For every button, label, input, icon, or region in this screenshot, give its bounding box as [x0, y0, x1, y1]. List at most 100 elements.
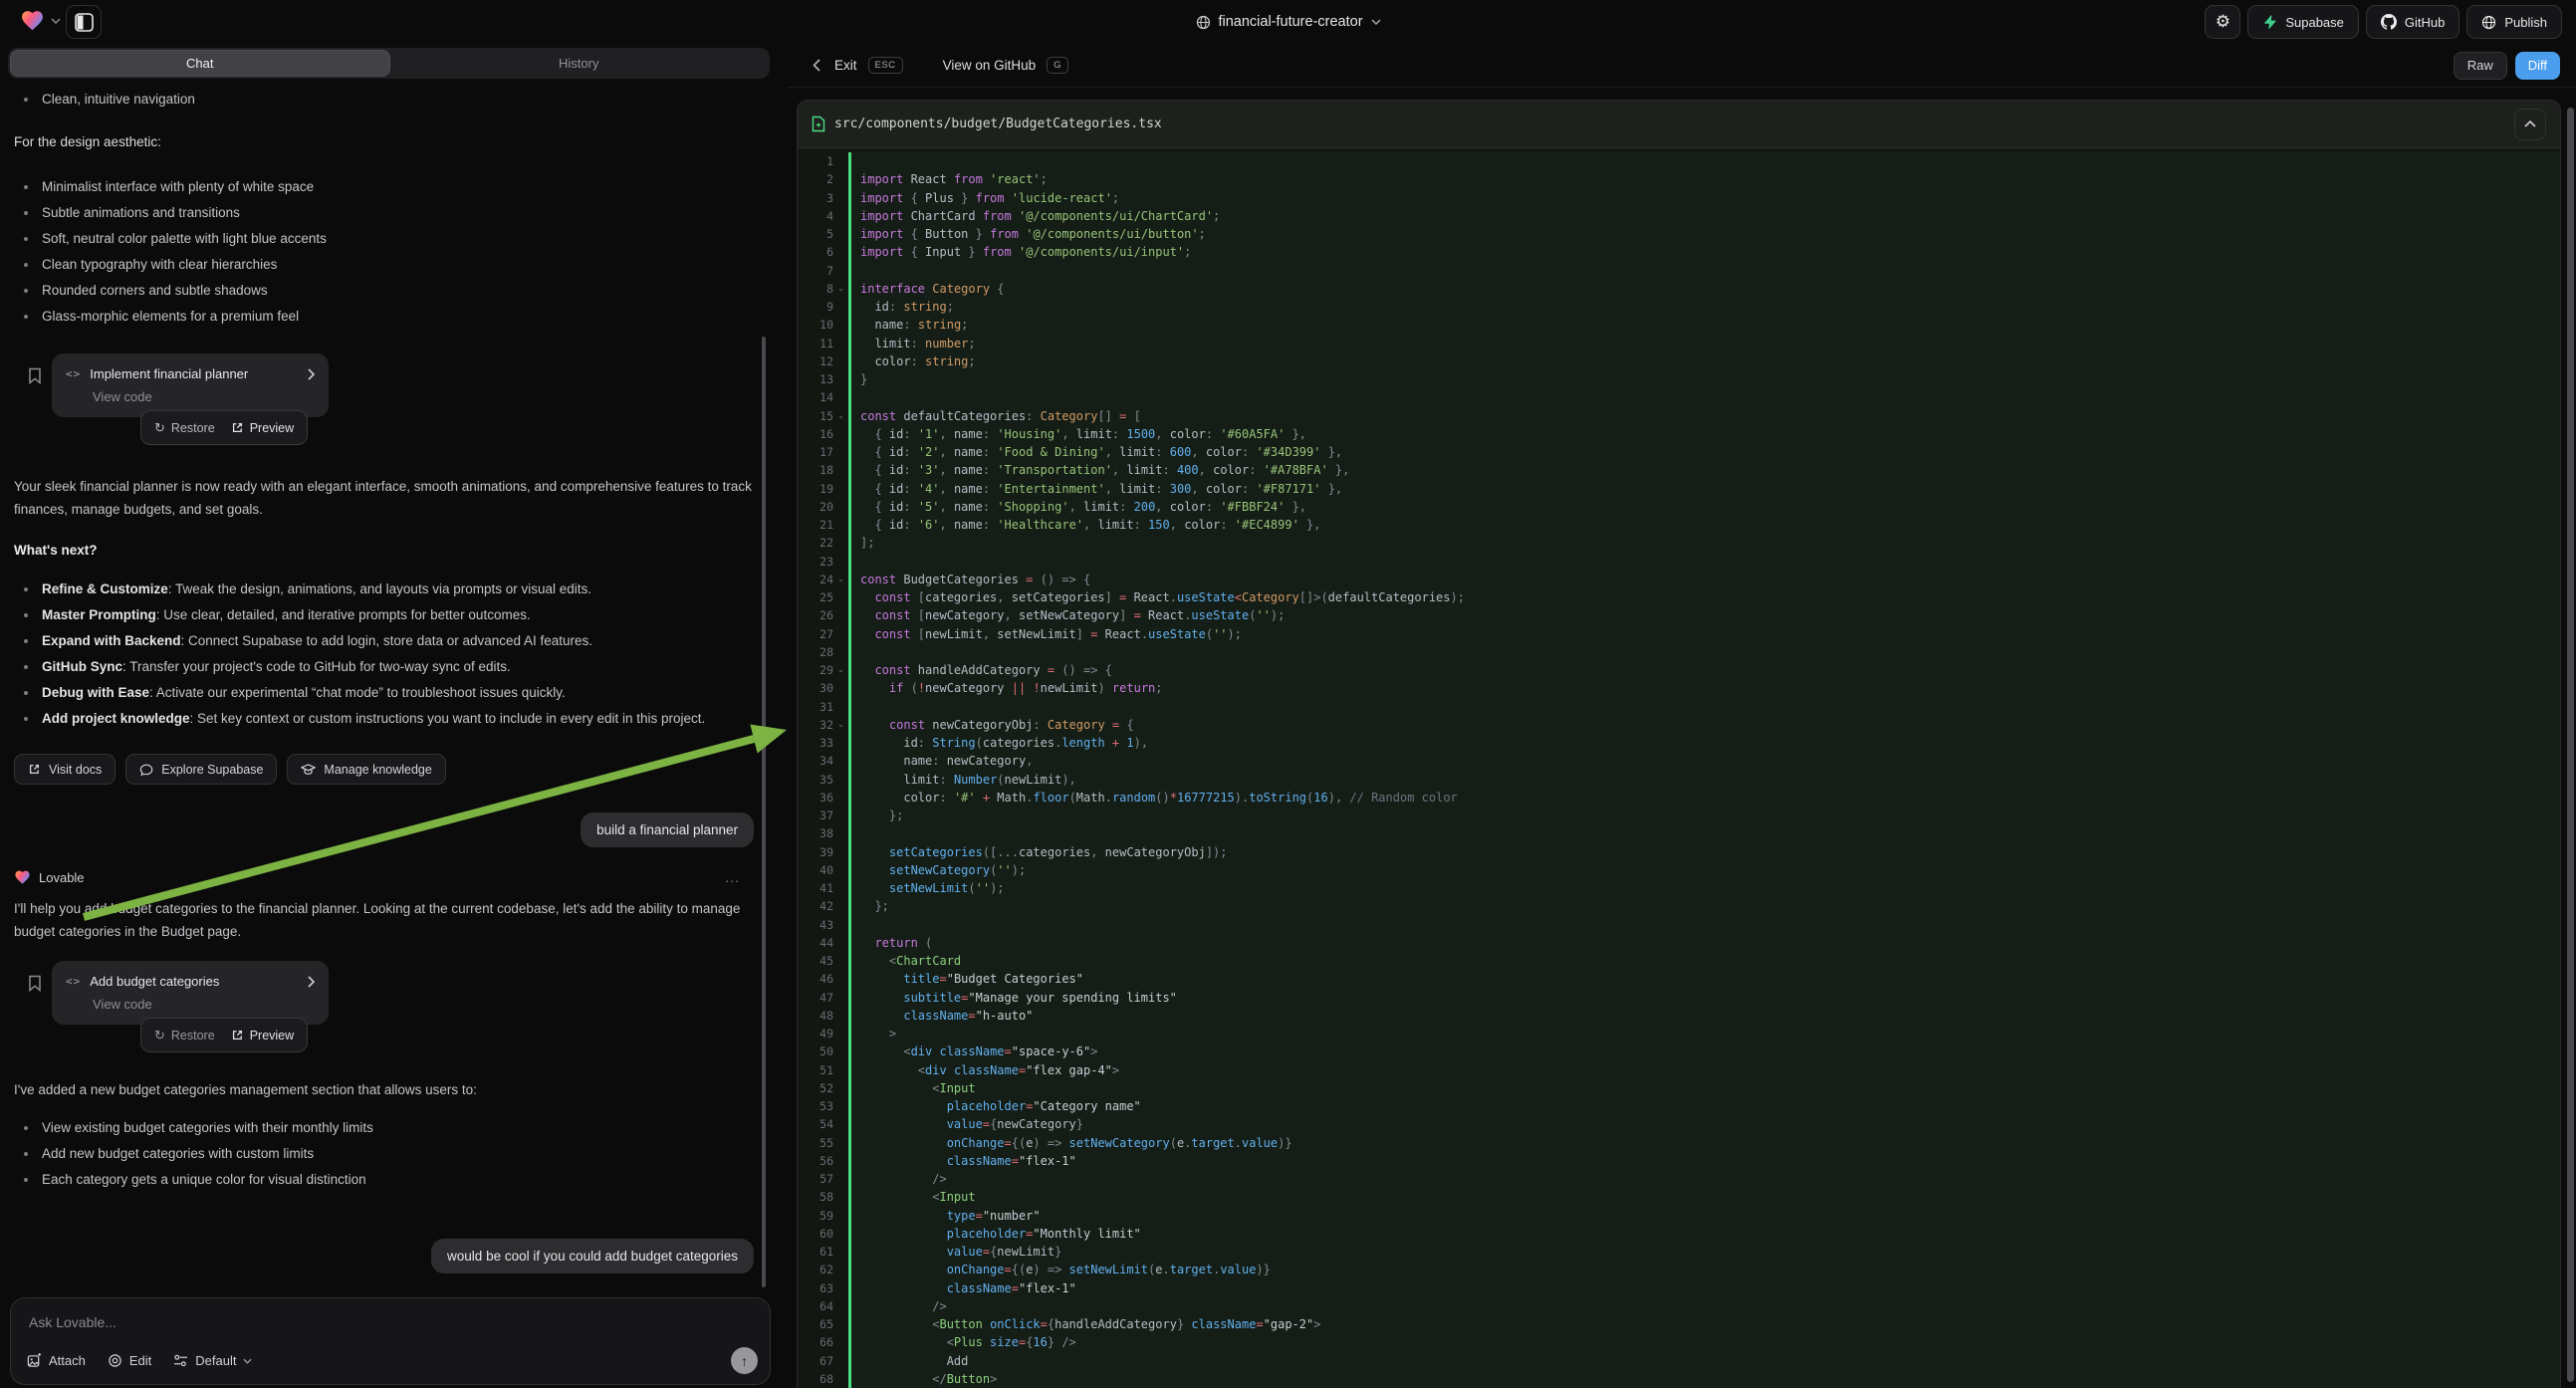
- publish-button[interactable]: Publish: [2466, 5, 2562, 39]
- code-text: <div className="space-y-6">: [851, 1042, 2560, 1060]
- view-code-link[interactable]: View code: [93, 389, 315, 404]
- project-switcher[interactable]: financial-future-creator: [1195, 0, 1380, 44]
- line-number: 34: [798, 754, 833, 768]
- logo-chevron-down-icon[interactable]: [51, 18, 61, 24]
- line-number: 32: [798, 718, 833, 732]
- code-line: 41 setNewLimit('');: [798, 879, 2560, 897]
- file-header[interactable]: src/components/budget/BudgetCategories.t…: [798, 101, 2560, 148]
- view-on-github-button[interactable]: View on GitHub: [943, 58, 1037, 73]
- fold-chevron-icon[interactable]: ⌄: [833, 575, 848, 584]
- code-line: 5import { Button } from '@/components/ui…: [798, 225, 2560, 243]
- settings-button[interactable]: ⚙: [2205, 5, 2240, 39]
- line-number: 39: [798, 845, 833, 859]
- send-button[interactable]: ↑: [731, 1347, 758, 1374]
- visit-docs-button[interactable]: Visit docs: [14, 754, 116, 785]
- code-line: 51 <div className="flex gap-4">: [798, 1061, 2560, 1079]
- code-line: 46 title="Budget Categories": [798, 970, 2560, 988]
- code-text: setNewCategory('');: [851, 861, 2560, 879]
- view-code-link[interactable]: View code: [93, 997, 315, 1012]
- line-number: 66: [798, 1335, 833, 1349]
- explore-supabase-button[interactable]: Explore Supabase: [125, 754, 277, 785]
- code-text: color: '#' + Math.floor(Math.random()*16…: [851, 789, 2560, 807]
- code-text: [851, 553, 2560, 571]
- line-number: 36: [798, 791, 833, 805]
- restore-button[interactable]: ↻ Restore: [154, 1028, 215, 1043]
- code-text: ];: [851, 534, 2560, 552]
- list-item: Clean typography with clear hierarchies: [14, 252, 754, 278]
- code-text: import React from 'react';: [851, 170, 2560, 188]
- gear-icon: ⚙: [2216, 12, 2230, 32]
- chat-history-tabs: Chat History: [8, 48, 770, 79]
- fold-chevron-icon[interactable]: ⌄: [833, 720, 848, 730]
- code-text: </Button>: [851, 1370, 2560, 1388]
- fold-chevron-icon[interactable]: ⌄: [833, 665, 848, 675]
- bookmark-icon[interactable]: [28, 367, 42, 384]
- code-text: title="Budget Categories": [851, 970, 2560, 988]
- chat-message-list[interactable]: Clean, intuitive navigation For the desi…: [0, 79, 772, 1297]
- code-text: const [newCategory, setNewCategory] = Re…: [851, 606, 2560, 624]
- code-text: <Plus size={16} />: [851, 1333, 2560, 1351]
- line-number: 11: [798, 337, 833, 350]
- code-editor[interactable]: 12import React from 'react';3import { Pl…: [798, 148, 2560, 1388]
- line-number: 6: [798, 245, 833, 259]
- code-line: 22];: [798, 534, 2560, 552]
- code-line: 25 const [categories, setCategories] = R…: [798, 588, 2560, 606]
- code-line: 56 className="flex-1": [798, 1152, 2560, 1170]
- line-number: 23: [798, 555, 833, 569]
- chat-scrollbar[interactable]: [762, 337, 766, 1287]
- chevron-down-icon: [243, 1358, 252, 1364]
- code-line: 2import React from 'react';: [798, 170, 2560, 188]
- edit-card-add-budget-categories[interactable]: <> Add budget categories View code: [52, 961, 329, 1025]
- preview-button[interactable]: Preview: [231, 1029, 294, 1042]
- diff-toggle-button[interactable]: Diff: [2515, 52, 2560, 80]
- edit-mode-button[interactable]: Edit: [108, 1353, 151, 1368]
- collapse-file-button[interactable]: [2514, 109, 2546, 140]
- code-text: const [categories, setCategories] = Reac…: [851, 588, 2560, 606]
- line-number: 47: [798, 991, 833, 1005]
- code-line: 6import { Input } from '@/components/ui/…: [798, 243, 2560, 261]
- line-number: 4: [798, 209, 833, 223]
- line-number: 24: [798, 573, 833, 586]
- line-number: 57: [798, 1172, 833, 1186]
- assistant-name: Lovable: [39, 870, 85, 885]
- fold-chevron-icon[interactable]: ⌄: [833, 411, 848, 421]
- code-line: 44 return (: [798, 934, 2560, 952]
- attach-button[interactable]: Attach: [27, 1353, 86, 1368]
- code-line: 43: [798, 916, 2560, 934]
- code-scrollbar[interactable]: [2567, 108, 2574, 1382]
- preview-button[interactable]: Preview: [231, 421, 294, 435]
- exit-button[interactable]: Exit: [834, 58, 857, 73]
- tab-chat[interactable]: Chat: [10, 50, 390, 77]
- code-text: import { Plus } from 'lucide-react';: [851, 189, 2560, 207]
- message-menu-button[interactable]: ...: [725, 869, 740, 885]
- edit-card-implement-financial-planner[interactable]: <> Implement financial planner View code: [52, 353, 329, 417]
- line-number: 33: [798, 736, 833, 750]
- manage-knowledge-button[interactable]: Manage knowledge: [287, 754, 445, 785]
- code-text: onChange={(e) => setNewLimit(e.target.va…: [851, 1261, 2560, 1278]
- github-button[interactable]: GitHub: [2366, 5, 2459, 39]
- code-text: { id: '5', name: 'Shopping', limit: 200,…: [851, 498, 2560, 516]
- line-number: 59: [798, 1209, 833, 1223]
- code-text: [851, 824, 2560, 842]
- file-path: src/components/budget/BudgetCategories.t…: [834, 116, 1162, 131]
- code-text: placeholder="Monthly limit": [851, 1225, 2560, 1243]
- code-line: 17 { id: '2', name: 'Food & Dining', lim…: [798, 443, 2560, 461]
- tab-history[interactable]: History: [390, 50, 769, 77]
- code-text: type="number": [851, 1207, 2560, 1225]
- bookmark-icon[interactable]: [28, 975, 42, 992]
- fold-chevron-icon[interactable]: ⌄: [833, 284, 848, 294]
- publish-label: Publish: [2504, 15, 2547, 30]
- raw-toggle-button[interactable]: Raw: [2454, 52, 2507, 80]
- chat-input-box[interactable]: Ask Lovable... Attach Ed: [10, 1297, 771, 1385]
- lovable-logo-icon[interactable]: [20, 9, 45, 32]
- sidebar-toggle-button[interactable]: [66, 5, 102, 39]
- supabase-button[interactable]: Supabase: [2247, 5, 2359, 39]
- explore-supabase-label: Explore Supabase: [161, 763, 263, 777]
- model-selector[interactable]: Default: [173, 1353, 252, 1368]
- list-item: Master Prompting: Use clear, detailed, a…: [14, 602, 754, 628]
- line-number: 22: [798, 536, 833, 550]
- chat-input-placeholder: Ask Lovable...: [29, 1314, 754, 1330]
- code-line: 62 onChange={(e) => setNewLimit(e.target…: [798, 1261, 2560, 1278]
- restore-button[interactable]: ↻ Restore: [154, 420, 215, 436]
- code-icon: <>: [66, 975, 81, 988]
